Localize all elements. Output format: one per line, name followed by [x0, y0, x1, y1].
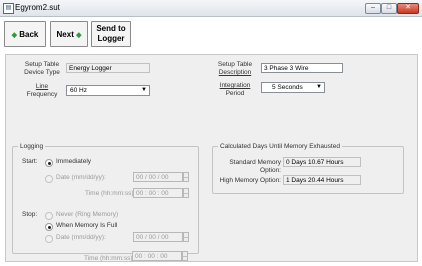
stop-time-label: Time (hh:mm:ss): — [84, 255, 135, 262]
standard-memory-label: Standard Memory Option: — [229, 159, 281, 174]
line-frequency-value: 60 Hz — [70, 87, 87, 94]
chevron-down-icon[interactable]: ▼ — [139, 86, 149, 95]
start-date-label: Date (mm/dd/yy): — [56, 174, 106, 181]
next-button[interactable]: Next ◆ — [50, 21, 88, 47]
stop-time-spinner[interactable] — [182, 251, 188, 261]
close-button[interactable]: ✕ — [397, 3, 419, 14]
stop-date-label: Date (mm/dd/yy): — [56, 234, 106, 241]
description-label: Setup Table Description — [217, 61, 253, 76]
device-type-label: Setup Table Device Type — [24, 61, 60, 76]
left-arrow-icon: ◆ — [11, 31, 18, 39]
back-button-label: Back — [19, 29, 39, 39]
memory-group-title: Calculated Days Until Memory Exhausted — [218, 142, 342, 151]
back-button[interactable]: ◆ Back — [4, 21, 46, 47]
high-memory-value: 1 Days 20.44 Hours — [283, 175, 361, 185]
logging-group-title: Logging — [18, 142, 46, 151]
toolbar: ◆ Back Next ◆ Send to Logger — [0, 17, 422, 51]
right-arrow-icon: ◆ — [76, 31, 82, 39]
minimize-button[interactable]: – — [365, 3, 381, 14]
start-date-spinner[interactable] — [183, 172, 189, 182]
stop-memory-full-radio[interactable] — [45, 223, 53, 231]
send-to-logger-button[interactable]: Send to Logger — [91, 21, 131, 47]
start-time-spinner[interactable] — [183, 188, 189, 198]
integration-period-select[interactable]: 5 Seconds ▼ — [261, 82, 325, 93]
integration-period-label: Integration Period — [219, 82, 251, 97]
start-date-input[interactable]: 00 / 00 / 00 — [133, 172, 183, 182]
start-time-label: Time (hh:mm:ss): — [85, 190, 136, 197]
memory-group: Calculated Days Until Memory Exhausted S… — [212, 142, 404, 194]
start-time-input[interactable]: 00 : 00 : 00 — [133, 188, 183, 198]
send-label-line2: Logger — [97, 34, 125, 43]
high-memory-label: High Memory Option: — [219, 177, 281, 184]
stop-date-radio[interactable] — [45, 235, 53, 243]
window-title: Egyrom2.sut — [15, 3, 60, 12]
start-immediately-label: Immediately — [56, 158, 92, 165]
stop-date-spinner[interactable] — [183, 232, 189, 242]
stop-never-label: Never (Ring Memory) — [56, 211, 119, 218]
start-label: Start: — [22, 158, 38, 165]
stop-never-radio[interactable] — [45, 212, 53, 220]
setup-panel: Setup Table Device Type Energy Logger Lin… — [5, 54, 418, 262]
device-type-field: Energy Logger — [66, 63, 150, 73]
integration-period-value: 5 Seconds — [272, 84, 303, 91]
stop-label: Stop: — [22, 211, 38, 218]
maximize-button[interactable]: □ — [381, 3, 397, 14]
start-immediately-radio[interactable] — [45, 159, 53, 167]
stop-memory-full-label: When Memory Is Full — [56, 222, 118, 229]
logging-group: Logging Start: Immediately Date (mm/dd/y… — [12, 142, 199, 254]
line-frequency-select[interactable]: 60 Hz ▼ — [66, 85, 150, 96]
start-date-radio[interactable] — [45, 175, 53, 183]
standard-memory-value: 0 Days 10.67 Hours — [283, 157, 361, 167]
description-input[interactable]: 3 Phase 3 Wire — [261, 63, 343, 73]
next-button-label: Next — [56, 29, 74, 39]
line-frequency-label: Line Frequency — [26, 83, 58, 98]
stop-time-input[interactable]: 00 : 00 : 00 — [132, 251, 182, 261]
title-bar: ▤ Egyrom2.sut – □ ✕ — [0, 0, 422, 17]
app-icon: ▤ — [3, 3, 14, 14]
send-label-line1: Send to — [96, 24, 126, 33]
stop-date-input[interactable]: 00 / 00 / 00 — [133, 232, 183, 242]
chevron-down-icon[interactable]: ▼ — [314, 83, 324, 92]
